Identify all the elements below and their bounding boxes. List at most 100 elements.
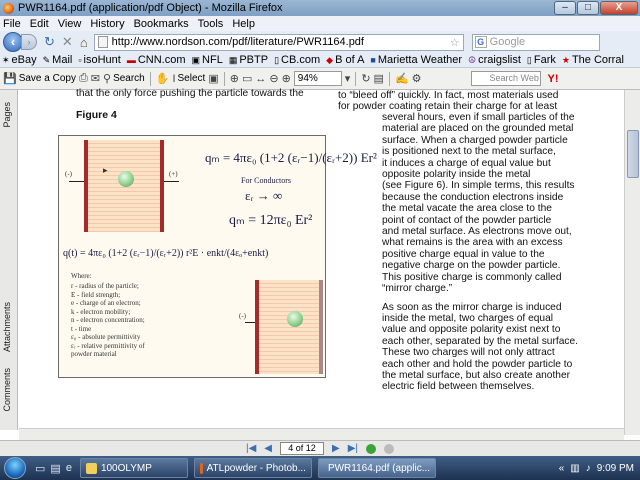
bookmark-mail[interactable]: ✎ Mail bbox=[43, 54, 73, 66]
menu-tools[interactable]: Tools bbox=[198, 18, 224, 30]
equation-2: qₘ = 12πε₀ Er² bbox=[229, 213, 313, 228]
minimize-button[interactable]: – bbox=[554, 1, 576, 15]
bookmark-icon: ▣ bbox=[191, 54, 201, 65]
volume-icon[interactable]: ♪ bbox=[586, 463, 591, 474]
bookmark-bofa[interactable]: ◆ B of A bbox=[326, 54, 364, 66]
network-icon[interactable]: ▥ bbox=[570, 463, 579, 474]
snapshot-icon[interactable]: ▣ bbox=[208, 72, 218, 85]
menu-history[interactable]: History bbox=[90, 18, 124, 30]
field-region-2 bbox=[259, 280, 319, 374]
windows-taskbar: ▭ ▤ e 100OLYMP ATLpowder - Photob... PWR… bbox=[0, 456, 640, 480]
home-icon[interactable]: ⌂ bbox=[80, 35, 88, 50]
bookmark-craigslist[interactable]: ☮ craigslist bbox=[468, 54, 521, 66]
forward-button[interactable]: › bbox=[21, 34, 37, 50]
bookmark-star-icon[interactable]: ☆ bbox=[450, 36, 460, 49]
field-arrow-icon: ▸ bbox=[103, 165, 108, 175]
legend-line: n - electron concentration; bbox=[71, 316, 145, 324]
bookmark-icon: ✎ bbox=[42, 54, 51, 65]
tools-icon[interactable]: ⚙ bbox=[412, 72, 422, 85]
text-line bbox=[382, 295, 618, 302]
equation-3: q(t) = 4πε₀ (1+2 (εᵣ−1)/(εᵣ+2)) r²E · en… bbox=[63, 248, 269, 259]
for-conductors-label: For Conductors bbox=[241, 176, 291, 185]
search-bar[interactable]: G Google bbox=[471, 33, 600, 51]
search-button[interactable]: ⚲ Search bbox=[103, 72, 145, 85]
wire-left-2 bbox=[245, 322, 255, 323]
right-plate bbox=[160, 140, 164, 232]
menu-edit[interactable]: Edit bbox=[30, 18, 49, 30]
bookmark-icon: ▬ bbox=[126, 55, 136, 65]
task-100olymp[interactable]: 100OLYMP bbox=[79, 458, 188, 478]
text-line-top-left: that the only force pushing the particle… bbox=[76, 88, 304, 99]
email-icon[interactable]: ✉ bbox=[91, 72, 100, 85]
bookmark-cb[interactable]: ▯ CB.com bbox=[274, 54, 320, 66]
select-button[interactable]: I Select bbox=[172, 73, 205, 85]
next-page-button[interactable]: ▶ bbox=[332, 443, 340, 454]
zoom-in-icon[interactable]: ⊕ bbox=[230, 72, 239, 85]
zoom-plus-icon[interactable]: ⊕ bbox=[282, 72, 291, 85]
bookmark-cnn[interactable]: ▬ CNN.com bbox=[127, 54, 186, 66]
google-icon[interactable]: G bbox=[474, 36, 487, 48]
bookmarks-toolbar: ✶ eBay ✎ Mail ▫ isoHunt ▬ CNN.com ▣ NFL ▦ PBTP… bbox=[0, 53, 640, 68]
page-number-field[interactable]: 4 of 12 bbox=[280, 442, 324, 455]
url-bar[interactable]: http://www.nordson.com/pdf/literature/PW… bbox=[93, 33, 464, 51]
bookmark-weather[interactable]: ■ Marietta Weather bbox=[370, 54, 462, 66]
bookmark-nfl[interactable]: ▣ NFL bbox=[192, 54, 223, 66]
window-controls: – □ X bbox=[554, 1, 638, 15]
horizontal-scrollbar[interactable] bbox=[19, 428, 624, 440]
maximize-button[interactable]: □ bbox=[577, 1, 599, 15]
fit-width-icon[interactable]: ↔ bbox=[255, 73, 266, 85]
zoom-select[interactable]: 94% bbox=[293, 71, 342, 86]
tray-expand-icon[interactable]: « bbox=[559, 463, 565, 474]
menu-file[interactable]: File bbox=[3, 18, 21, 30]
menu-bookmarks[interactable]: Bookmarks bbox=[134, 18, 189, 30]
clock[interactable]: 9:09 PM bbox=[597, 463, 634, 474]
fit-page-icon[interactable]: ▭ bbox=[242, 72, 252, 85]
close-button[interactable]: X bbox=[600, 1, 638, 15]
hand-tool-icon[interactable]: ✋ bbox=[156, 72, 170, 85]
go-back-view-icon[interactable] bbox=[366, 443, 376, 454]
explorer-icon[interactable]: ▤ bbox=[50, 462, 60, 475]
back-button[interactable]: ‹ bbox=[3, 32, 23, 52]
right-column-top: to “bleed off” quickly. In fact, most ma… bbox=[338, 90, 559, 113]
sign-icon[interactable]: ✍ bbox=[395, 72, 409, 85]
legend-line: r - radius of the particle; bbox=[71, 282, 139, 290]
bookmark-ebay[interactable]: ✶ eBay bbox=[2, 54, 37, 66]
toolbar-separator bbox=[355, 71, 357, 86]
go-forward-view-icon[interactable] bbox=[384, 443, 394, 454]
tab-attachments[interactable]: Attachments bbox=[2, 302, 15, 352]
bookmark-fark[interactable]: ▯ Fark bbox=[527, 54, 556, 66]
rotate-icon[interactable]: ↻ bbox=[361, 72, 370, 85]
vertical-scrollbar[interactable] bbox=[624, 90, 640, 435]
start-button[interactable] bbox=[0, 456, 30, 480]
show-desktop-icon[interactable]: ▭ bbox=[35, 462, 45, 475]
task-pdf[interactable]: PWR1164.pdf (applic... bbox=[317, 458, 436, 478]
menu-help[interactable]: Help bbox=[232, 18, 255, 30]
yahoo-icon[interactable]: Y! bbox=[548, 73, 559, 85]
task-photoshop[interactable]: ATLpowder - Photob... bbox=[193, 458, 312, 478]
legend-line: ε₀ - absolute permittivity bbox=[71, 333, 141, 341]
pages-icon[interactable]: ▤ bbox=[374, 72, 384, 85]
first-page-button[interactable]: |◀ bbox=[246, 443, 256, 454]
zoom-dropdown-icon[interactable]: ▾ bbox=[345, 72, 351, 85]
zoom-out-icon[interactable]: ⊖ bbox=[269, 72, 278, 85]
tab-pages[interactable]: Pages bbox=[2, 102, 15, 128]
bookmark-pbtp[interactable]: ▦ PBTP bbox=[229, 54, 268, 66]
previous-page-button[interactable]: ◀ bbox=[264, 443, 272, 454]
menu-bar: File Edit View History Bookmarks Tools H… bbox=[0, 16, 640, 31]
save-copy-button[interactable]: 💾 Save a Copy bbox=[3, 72, 76, 85]
menu-view[interactable]: View bbox=[58, 18, 82, 30]
scroll-thumb[interactable] bbox=[627, 130, 639, 178]
bookmark-isohunt[interactable]: ▫ isoHunt bbox=[78, 54, 121, 66]
reload-icon[interactable]: ↻ bbox=[44, 34, 55, 50]
last-page-button[interactable]: ▶| bbox=[348, 443, 358, 454]
system-tray: « ▥ ♪ 9:09 PM bbox=[559, 463, 640, 474]
search-web-input[interactable]: Search Web bbox=[470, 71, 541, 86]
ie-icon[interactable]: e bbox=[66, 462, 72, 474]
print-icon[interactable]: ⎙ bbox=[79, 72, 88, 85]
where-label: Where: bbox=[71, 272, 92, 280]
text-line: each other and hold the powder particle … bbox=[382, 358, 573, 370]
legend-line: e - charge of an electron; bbox=[71, 299, 141, 307]
stop-icon[interactable]: ✕ bbox=[62, 34, 73, 50]
bookmark-corral[interactable]: ★ The Corral bbox=[562, 54, 624, 66]
tab-comments[interactable]: Comments bbox=[2, 368, 15, 412]
